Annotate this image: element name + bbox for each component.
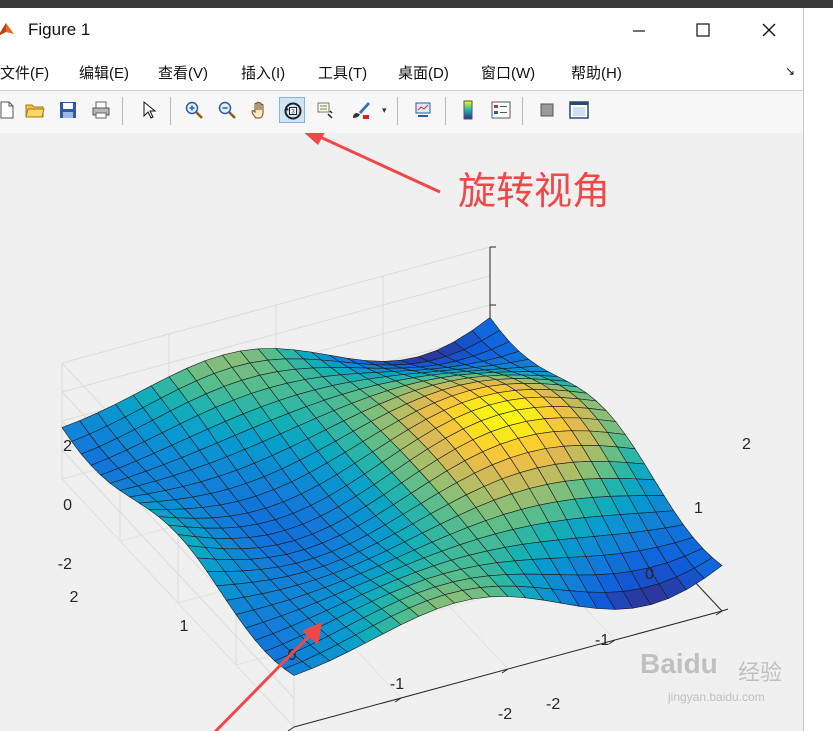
menu-overflow-icon[interactable]: ↘ (785, 64, 795, 78)
y-tick-label: 0 (645, 566, 654, 583)
x-tick-label: 1 (180, 618, 189, 635)
data-cursor-icon (317, 102, 333, 119)
link-plot-icon (415, 102, 431, 117)
menu-edit[interactable]: 编辑(E) (79, 62, 129, 83)
z-tick-label: 0 (63, 497, 72, 514)
title-bar: Figure 1 (0, 8, 803, 52)
z-tick-label: -2 (58, 556, 72, 573)
menu-insert[interactable]: 插入(I) (241, 62, 285, 83)
brush-dropdown-icon[interactable]: ▾ (382, 105, 387, 116)
maximize-button[interactable] (680, 12, 726, 48)
pointer-icon (143, 100, 157, 119)
print-button[interactable] (88, 97, 114, 123)
show-tools-icon (569, 101, 589, 119)
legend-icon (491, 101, 511, 119)
hide-tools-button[interactable] (534, 97, 560, 123)
zoom-in-icon (185, 101, 203, 119)
menu-window[interactable]: 窗口(W) (481, 62, 535, 83)
y-tick-label: -1 (595, 632, 609, 649)
tick-mark (721, 608, 729, 612)
brush-icon (353, 102, 370, 119)
print-icon (92, 101, 110, 119)
zoom-in-button[interactable] (181, 97, 207, 123)
x-tick-label: 2 (70, 589, 79, 606)
open-button[interactable] (22, 97, 48, 123)
y-tick-label: -2 (546, 696, 560, 713)
annotation-arrow-top (304, 133, 441, 194)
new-file-button[interactable] (0, 97, 20, 123)
z-tick-label: 2 (63, 438, 72, 455)
zoom-out-icon (218, 101, 236, 119)
window-title: Figure 1 (28, 20, 91, 39)
menu-help[interactable]: 帮助(H) (571, 62, 622, 83)
x-tick-label: -2 (498, 706, 512, 723)
pan-hand-icon (251, 101, 264, 119)
toolbar-separator (522, 97, 523, 125)
figure-toolbar: 3 ▾ (0, 90, 803, 134)
close-icon (762, 23, 776, 37)
desktop-background-strip (804, 8, 833, 731)
show-tools-button[interactable] (566, 97, 592, 123)
matlab-logo-icon (0, 23, 14, 35)
rotate-3d-button[interactable]: 3 (279, 97, 305, 123)
tick-mark (287, 726, 295, 731)
pan-button[interactable] (247, 97, 273, 123)
annotation-label: 旋转视角 (458, 169, 611, 213)
toolbar-separator (122, 97, 123, 125)
menu-bar: 文件(F) 编辑(E) 查看(V) 插入(I) 工具(T) 桌面(D) 窗口(W… (0, 52, 803, 88)
y-tick-label: 1 (694, 500, 703, 517)
menu-tools[interactable]: 工具(T) (318, 62, 367, 83)
new-file-icon (0, 101, 14, 119)
watermark-text: 经验 (738, 660, 783, 685)
brush-button[interactable] (348, 97, 374, 123)
y-tick-label: 2 (742, 436, 751, 453)
maximize-icon (696, 23, 710, 37)
minimize-icon (633, 30, 645, 32)
link-plot-button[interactable] (410, 97, 436, 123)
zoom-out-button[interactable] (214, 97, 240, 123)
menu-desktop[interactable]: 桌面(D) (398, 62, 449, 83)
select-button[interactable] (136, 97, 162, 123)
menu-view[interactable]: 查看(V) (158, 62, 208, 83)
watermark-logo: Baidu (640, 648, 718, 679)
close-button[interactable] (746, 12, 792, 48)
figure-window: Figure 1 文件(F) 编辑(E) 查看(V) 插入(I) 工具(T) 桌… (0, 8, 804, 731)
surface-plot-axes[interactable]: 2 0 -2 2 1 0 -1 -2 2 1 0 -1 -2 (0, 133, 803, 731)
toolbar-separator (397, 97, 398, 125)
toolbar-separator (445, 97, 446, 125)
save-button[interactable] (55, 97, 81, 123)
toolbar-separator (170, 97, 171, 125)
colorbar-icon (463, 100, 473, 120)
figure-canvas[interactable]: 2 0 -2 2 1 0 -1 -2 2 1 0 -1 -2 (0, 133, 803, 731)
hide-tools-icon (540, 103, 554, 117)
legend-button[interactable] (488, 97, 514, 123)
rotate-3d-icon: 3 (284, 102, 302, 120)
x-tick-label: -1 (390, 676, 404, 693)
colorbar-button[interactable] (455, 97, 481, 123)
open-folder-icon (25, 104, 45, 118)
watermark-url: jingyan.baidu.com (668, 690, 765, 704)
data-cursor-button[interactable] (313, 97, 339, 123)
save-icon (60, 102, 76, 118)
minimize-button[interactable] (616, 12, 662, 48)
screen-top-edge (0, 0, 833, 8)
menu-file[interactable]: 文件(F) (0, 62, 49, 83)
